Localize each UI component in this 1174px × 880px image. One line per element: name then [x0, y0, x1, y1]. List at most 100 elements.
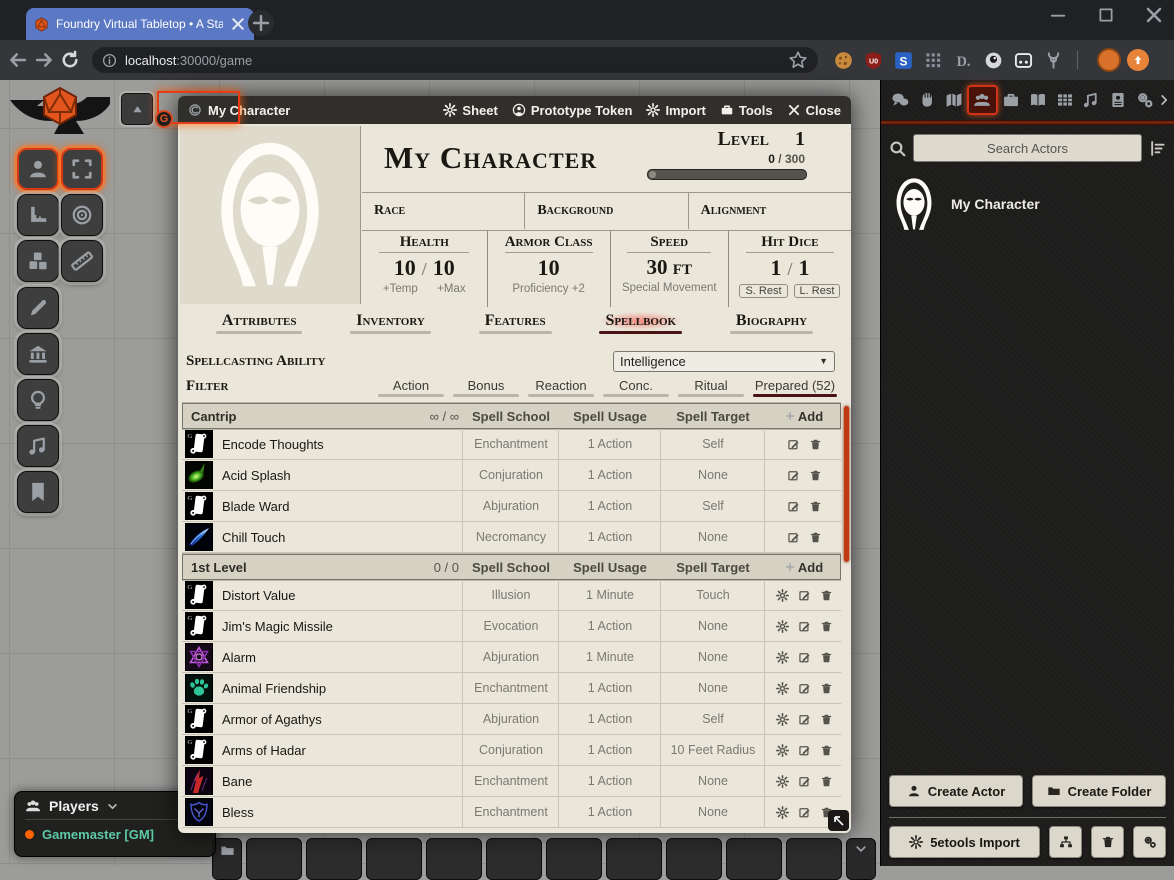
gears-button[interactable]: [1133, 826, 1166, 858]
level-value[interactable]: 1: [795, 128, 805, 150]
import-button[interactable]: Import: [646, 103, 705, 118]
close-button[interactable]: Close: [787, 103, 841, 118]
sidebar-tab-table-icon[interactable]: [1051, 85, 1078, 115]
spell-row[interactable]: GEncode ThoughtsEnchantment1 ActionSelf: [182, 429, 841, 460]
gear-small-icon[interactable]: [776, 775, 789, 788]
spell-name[interactable]: Armor of Agathys: [222, 712, 322, 727]
add-spell-button[interactable]: Add: [771, 409, 837, 424]
filter-action[interactable]: Action: [378, 378, 444, 397]
trash-icon[interactable]: [809, 500, 822, 513]
macro-slot[interactable]: [366, 838, 422, 880]
info-icon[interactable]: [102, 53, 117, 68]
macro-slot[interactable]: [666, 838, 722, 880]
xp-value[interactable]: 0: [768, 152, 775, 166]
scroll-art[interactable]: G: [185, 736, 213, 764]
window-resize-handle[interactable]: [828, 810, 849, 831]
hotbar-page-down[interactable]: [846, 838, 876, 880]
spell-row[interactable]: Animal FriendshipEnchantment1 ActionNone: [182, 673, 841, 704]
filter-reaction[interactable]: Reaction: [528, 378, 594, 397]
section-slots[interactable]: ∞ / ∞: [383, 409, 459, 424]
macro-slot[interactable]: [546, 838, 602, 880]
hd-max[interactable]: 1: [798, 255, 809, 280]
hit-dice-box[interactable]: Hit Dice 1/1 S. RestL. Rest: [729, 231, 851, 307]
scroll-art[interactable]: G: [185, 430, 213, 458]
cookie-ext-icon[interactable]: [834, 51, 853, 70]
edit-icon[interactable]: [787, 469, 800, 482]
gear-small-icon[interactable]: [776, 744, 789, 757]
spell-row[interactable]: BaneEnchantment1 ActionNone: [182, 766, 841, 797]
hd-current[interactable]: 1: [770, 255, 781, 280]
tab-spellbook[interactable]: Spellbook: [599, 312, 682, 334]
spell-row[interactable]: Acid SplashConjuration1 ActionNone: [182, 460, 841, 491]
character-portrait[interactable]: [180, 126, 361, 304]
tab-attributes[interactable]: Attributes: [216, 312, 303, 334]
trash-icon[interactable]: [820, 744, 833, 757]
tool-bookmark-icon[interactable]: [17, 471, 59, 513]
macro-slot[interactable]: [786, 838, 842, 880]
create-folder-button[interactable]: Create Folder: [1032, 775, 1166, 807]
scroll-art[interactable]: G: [185, 612, 213, 640]
trash-icon[interactable]: [820, 620, 833, 633]
spell-row[interactable]: GBlade WardAbjuration1 ActionSelf: [182, 491, 841, 522]
spell-list[interactable]: Cantrip∞ / ∞Spell SchoolSpell UsageSpell…: [182, 402, 841, 831]
spell-list-scrollbar[interactable]: [844, 406, 849, 562]
trash-icon[interactable]: [820, 682, 833, 695]
trash-icon[interactable]: [820, 589, 833, 602]
tool-music-note-icon[interactable]: [17, 425, 59, 467]
edit-icon[interactable]: [798, 744, 811, 757]
spell-name[interactable]: Animal Friendship: [222, 681, 326, 696]
short-rest-button[interactable]: S. Rest: [739, 284, 787, 298]
tool-lightbulb-icon[interactable]: [17, 379, 59, 421]
edit-icon[interactable]: [787, 531, 800, 544]
spell-row[interactable]: GArmor of AgathysAbjuration1 ActionSelf: [182, 704, 841, 735]
edit-icon[interactable]: [798, 620, 811, 633]
spellcasting-ability-select[interactable]: Intelligence ▼: [613, 351, 835, 372]
spell-row[interactable]: Chill TouchNecromancy1 ActionNone: [182, 522, 841, 553]
acid-art[interactable]: [185, 461, 213, 489]
spell-name[interactable]: Alarm: [222, 650, 256, 665]
spell-name[interactable]: Encode Thoughts: [222, 437, 324, 452]
ublock-ext-icon[interactable]: U0: [864, 51, 883, 70]
health-box[interactable]: Health 10/10 +Temp+Max: [362, 231, 488, 307]
grid-ext-icon[interactable]: [924, 51, 943, 70]
spell-name[interactable]: Distort Value: [222, 588, 295, 603]
tool-ruler-icon[interactable]: [61, 240, 103, 282]
sidebar-tab-music-note-icon[interactable]: [1078, 85, 1105, 115]
tool-ruler-square-icon[interactable]: [17, 194, 59, 236]
trash-icon[interactable]: [820, 651, 833, 664]
bookmark-star-icon[interactable]: [788, 50, 808, 70]
reload-icon[interactable]: [60, 50, 80, 70]
gear-small-icon[interactable]: [776, 682, 789, 695]
sidebar-tab-chat-icon[interactable]: [887, 85, 914, 115]
gear-small-icon[interactable]: [776, 806, 789, 819]
close-window-icon[interactable]: [1144, 5, 1164, 25]
hp-tempmax[interactable]: +Max: [437, 283, 465, 295]
macro-slot[interactable]: [606, 838, 662, 880]
tools-button[interactable]: Tools: [720, 103, 773, 118]
browser-tab[interactable]: Foundry Virtual Tabletop • A Stan: [26, 8, 254, 40]
search-actors-input[interactable]: [913, 134, 1142, 162]
hp-current[interactable]: 10: [394, 255, 416, 280]
tool-token-icon[interactable]: [17, 148, 59, 190]
hp-max[interactable]: 10: [433, 255, 455, 280]
collapse-controls-button[interactable]: [121, 93, 153, 125]
bless-art[interactable]: [185, 798, 213, 826]
filter-conc-[interactable]: Conc.: [603, 378, 669, 397]
hierarchy-button[interactable]: [1049, 826, 1082, 858]
trash-icon[interactable]: [809, 438, 822, 451]
scroll-art[interactable]: G: [185, 705, 213, 733]
gear-small-icon[interactable]: [776, 620, 789, 633]
filter-bonus[interactable]: Bonus: [453, 378, 519, 397]
tool-pencil-icon[interactable]: [17, 287, 59, 329]
trash-icon[interactable]: [820, 713, 833, 726]
edit-icon[interactable]: [798, 806, 811, 819]
alarm-art[interactable]: [185, 643, 213, 671]
trash-icon[interactable]: [820, 775, 833, 788]
tab-features[interactable]: Features: [479, 312, 552, 334]
edit-icon[interactable]: [798, 775, 811, 788]
gear-small-icon[interactable]: [776, 713, 789, 726]
profile-avatar[interactable]: [1097, 48, 1121, 72]
character-sheet-window[interactable]: My Character SheetPrototype TokenImportT…: [178, 96, 851, 833]
section-slots[interactable]: 0 / 0: [383, 560, 459, 575]
claw-ext-icon[interactable]: [1044, 51, 1063, 70]
